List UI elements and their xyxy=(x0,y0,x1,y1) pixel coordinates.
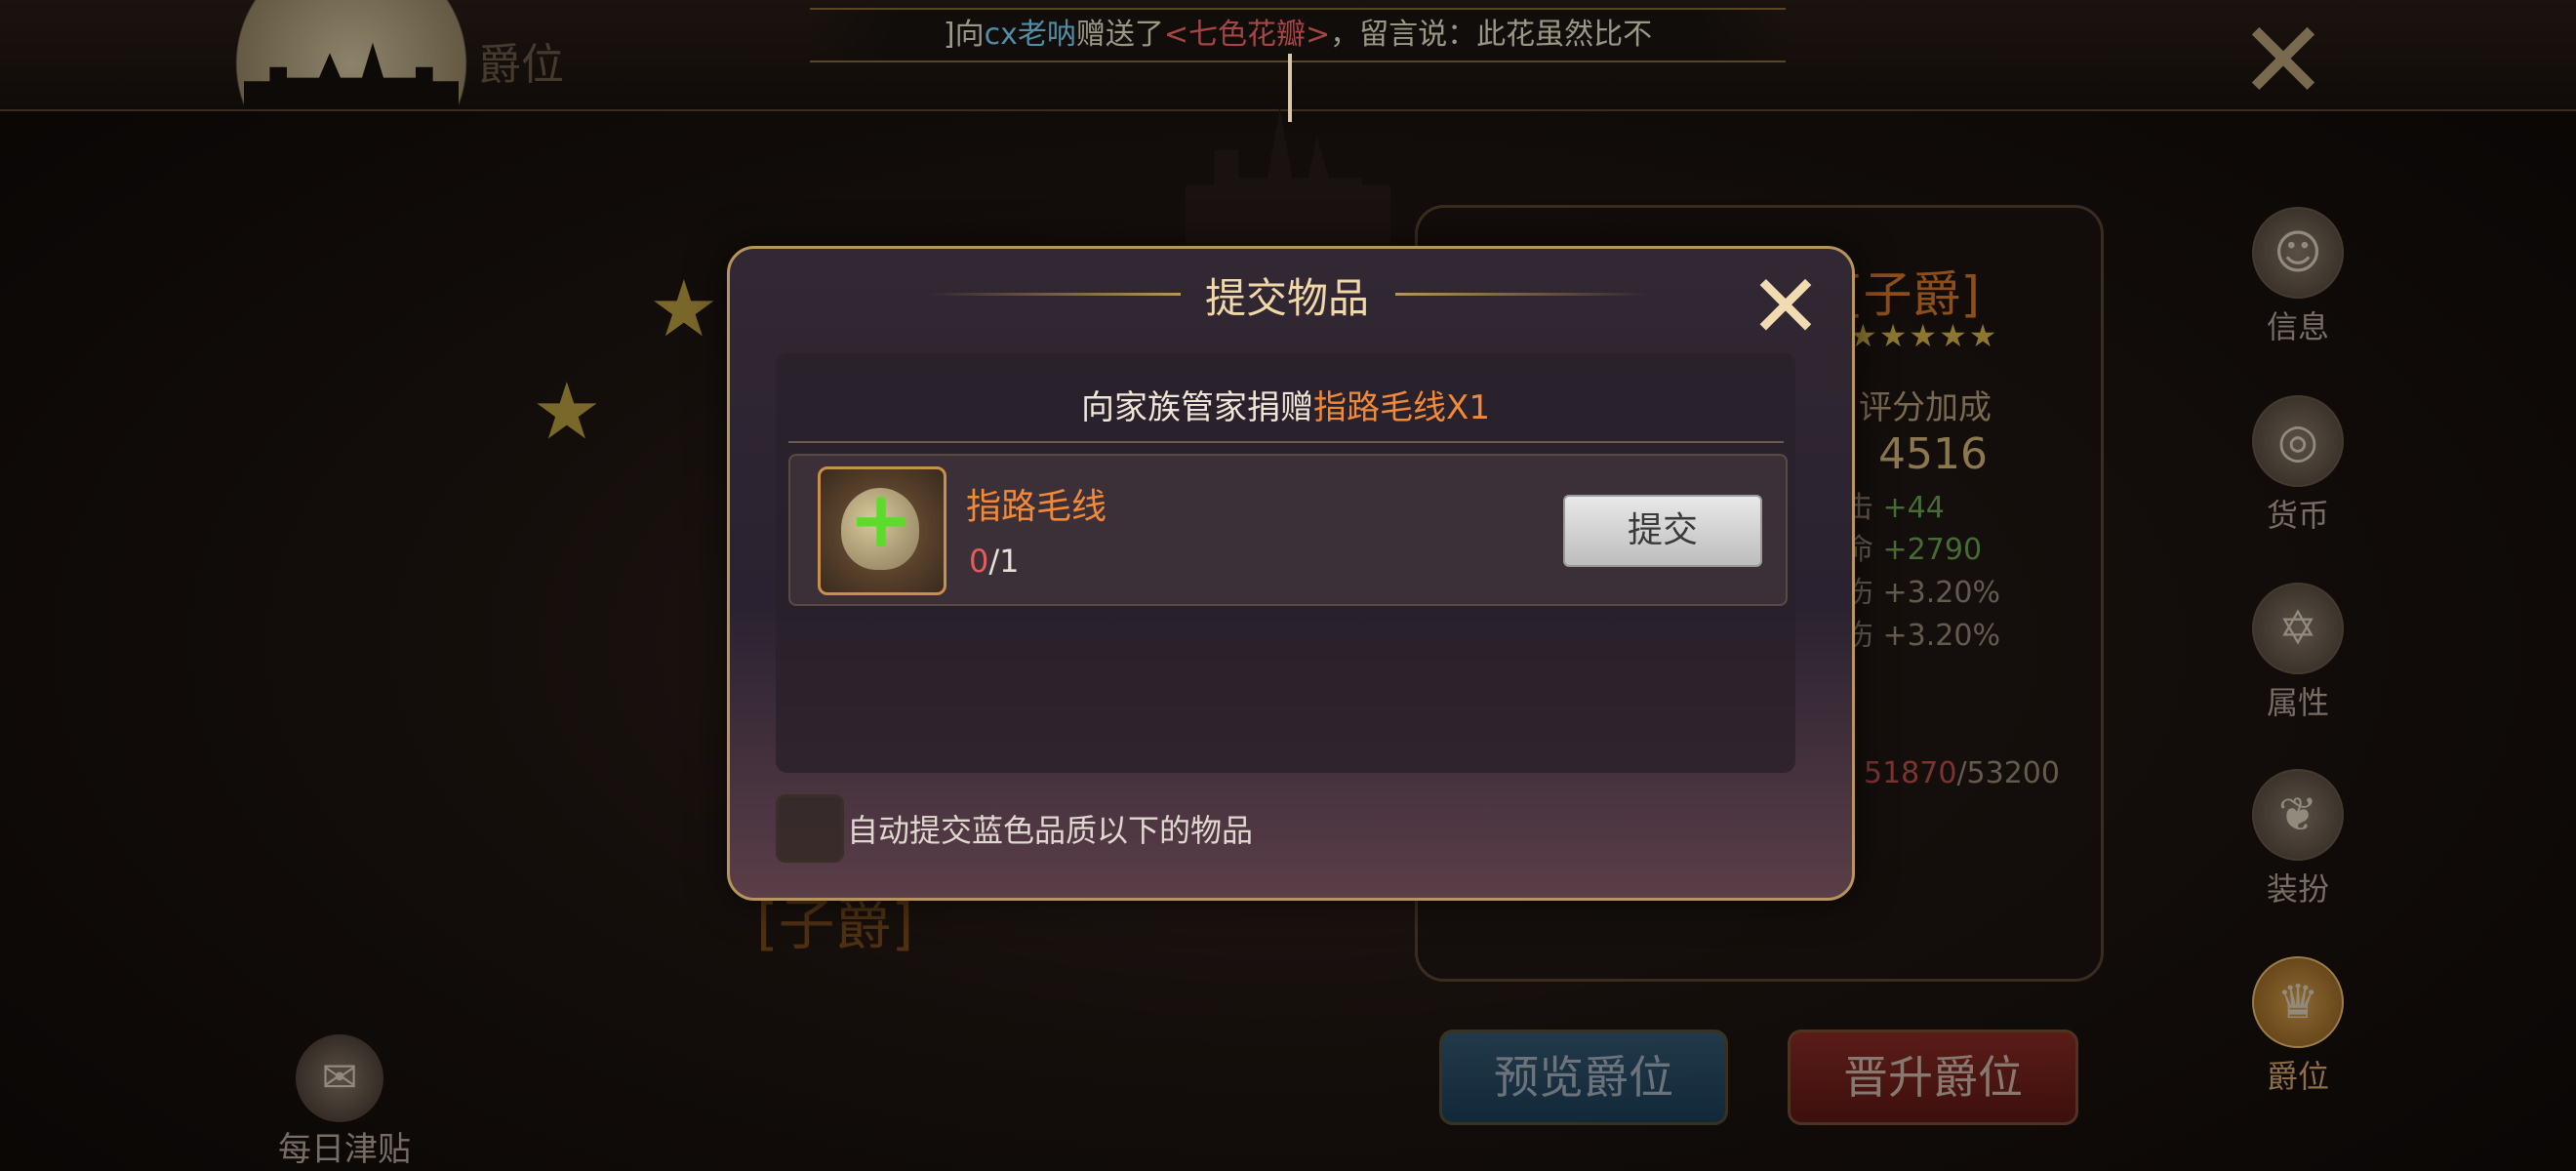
donation-instruction: 向家族管家捐赠指路毛线X1 xyxy=(776,381,1795,428)
dialog-close-icon[interactable]: ✕ xyxy=(1747,263,1825,351)
instruction-prefix: 向家族管家捐赠 xyxy=(1081,388,1314,427)
item-have: 0 xyxy=(969,543,989,580)
title-ornament-left xyxy=(927,293,1181,296)
title-ornament-right xyxy=(1395,293,1649,296)
auto-submit-checkbox[interactable] xyxy=(776,794,844,863)
item-count: 0/1 xyxy=(969,543,1020,580)
item-name: 指路毛线 xyxy=(966,487,1107,527)
dialog-title: 提交物品 xyxy=(1204,274,1369,322)
instruction-item: 指路毛线X1 xyxy=(1313,388,1490,427)
flag-pole xyxy=(1288,54,1292,122)
auto-submit-label: 自动提交蓝色品质以下的物品 xyxy=(847,812,1254,849)
submit-button[interactable]: 提交 xyxy=(1563,495,1762,567)
plus-icon[interactable]: + xyxy=(845,481,917,559)
item-need: /1 xyxy=(988,543,1020,580)
divider xyxy=(788,441,1784,443)
